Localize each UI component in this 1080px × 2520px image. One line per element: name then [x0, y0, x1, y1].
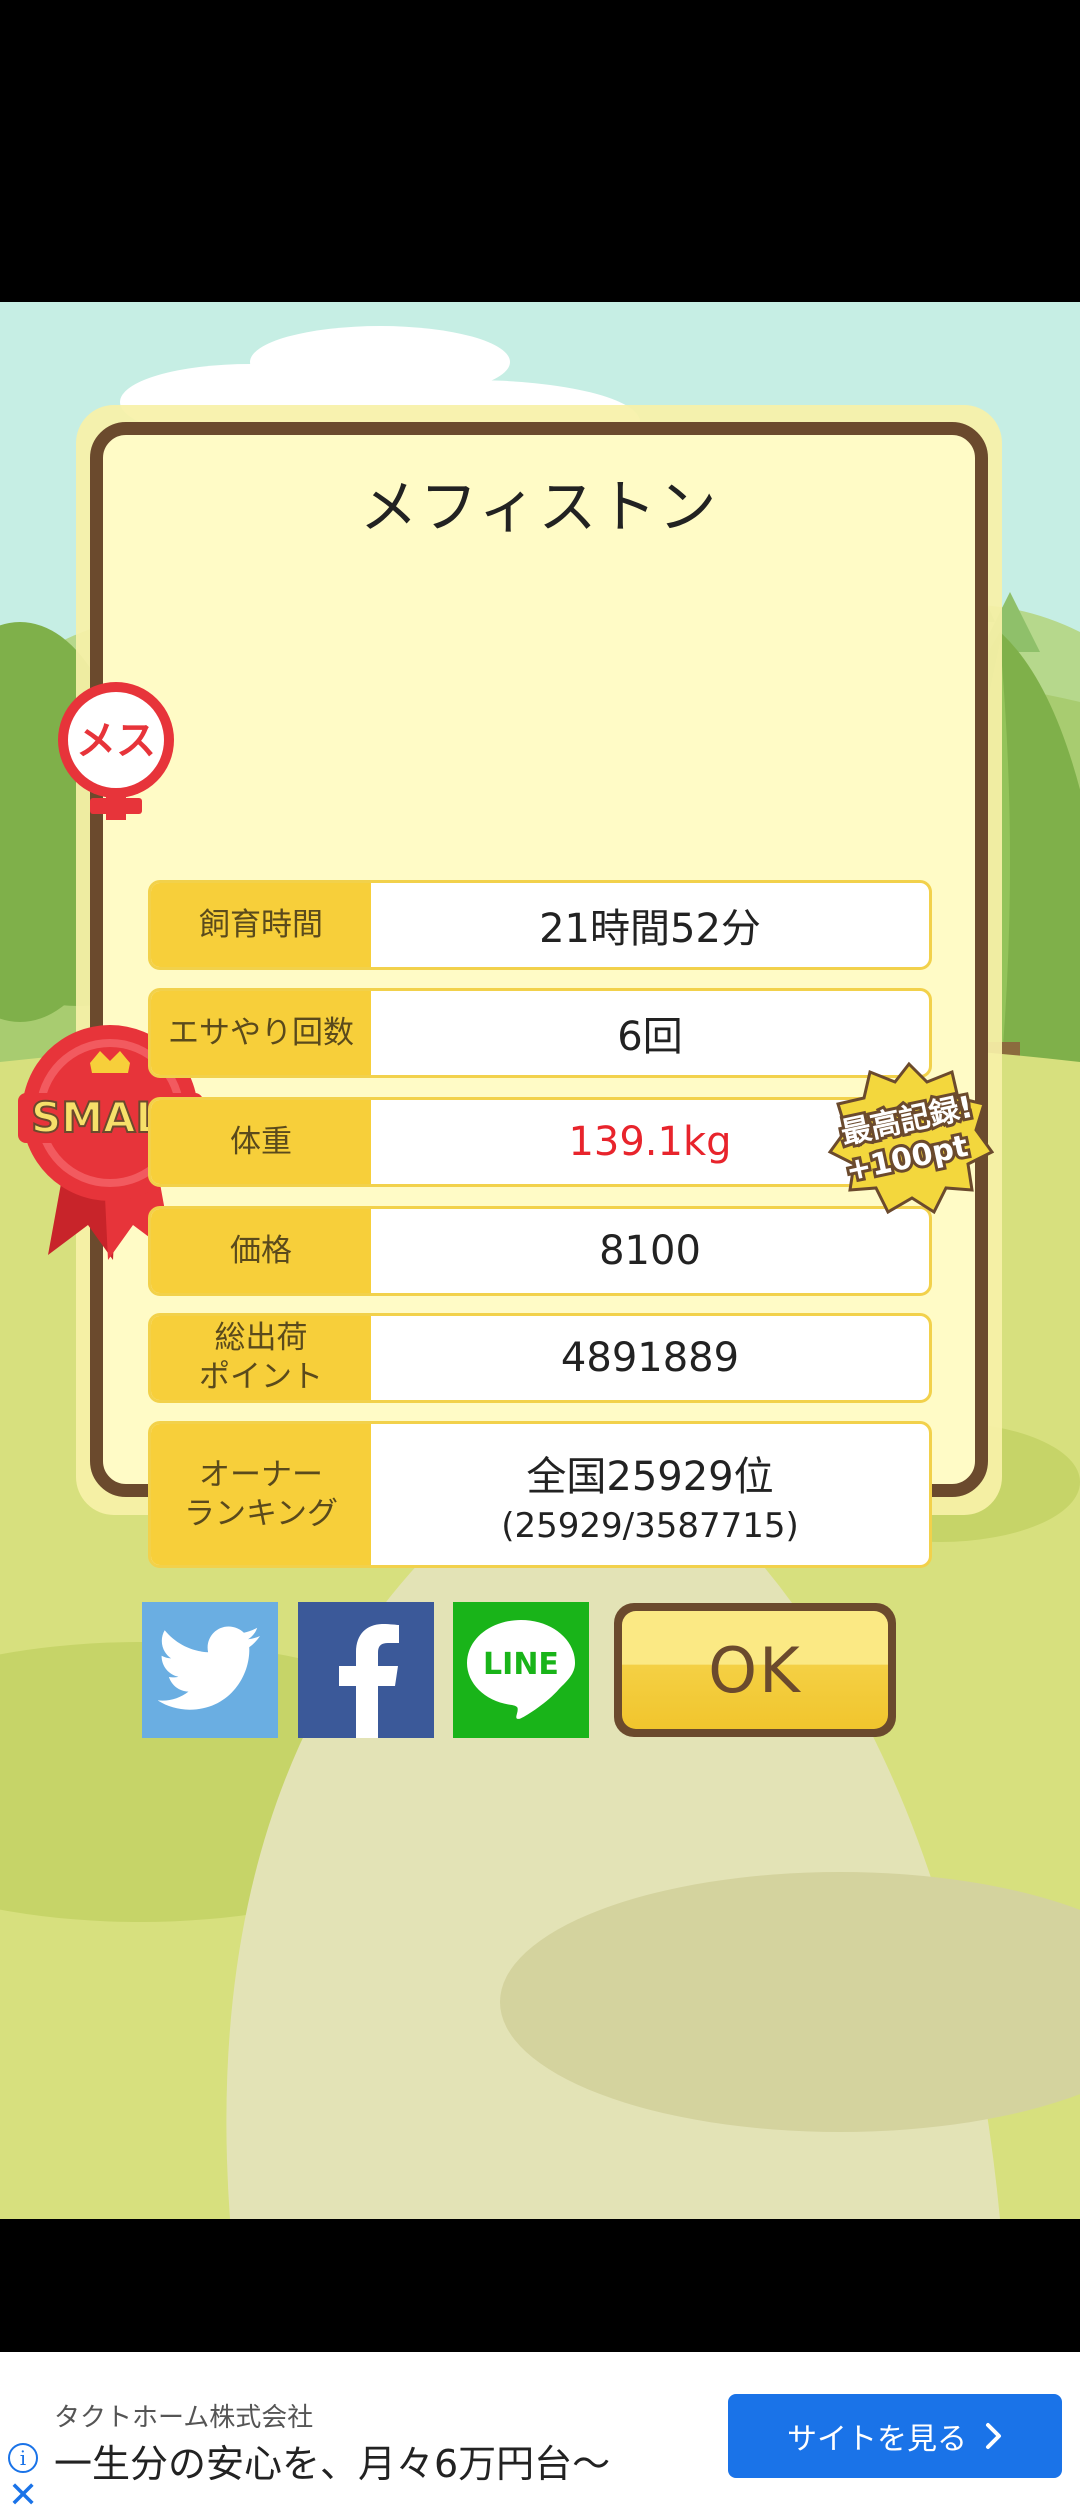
facebook-share-button[interactable] [298, 1602, 434, 1738]
twitter-share-button[interactable] [142, 1602, 278, 1738]
stat-label: 総出荷 ポイント [151, 1316, 371, 1400]
shipping-points-value: 4891889 [560, 1335, 740, 1381]
line-share-button[interactable]: LINE [453, 1602, 589, 1738]
stat-label-line1: 総出荷 [214, 1320, 308, 1357]
stat-label-line1: オーナー [198, 1456, 323, 1493]
twitter-bird-icon [158, 1626, 260, 1710]
stat-label: エサやり回数 [151, 991, 371, 1075]
line-label: LINE [483, 1647, 559, 1682]
stat-label: オーナー ランキング [151, 1424, 371, 1565]
stat-row-price: 価格 8100 [148, 1206, 932, 1296]
close-icon[interactable]: ✕ [8, 2478, 40, 2514]
stat-label: 体重 [151, 1100, 371, 1184]
stat-label: 飼育時間 [151, 883, 371, 967]
stat-row-owner-ranking: オーナー ランキング 全国25929位 (25929/3587715) [148, 1421, 932, 1568]
ranking-detail: (25929/3587715) [501, 1505, 799, 1546]
line-logo-icon: LINE [467, 1620, 575, 1719]
price-value: 8100 [599, 1228, 701, 1274]
stat-value: 8100 [371, 1209, 929, 1293]
stat-row-breeding-time: 飼育時間 21時間52分 [148, 880, 932, 970]
gender-badge-label: メス [76, 718, 156, 764]
ad-headline: 一生分の安心を、月々6万円台〜 [54, 2442, 611, 2486]
stat-row-shipping-points: 総出荷 ポイント 4891889 [148, 1313, 932, 1403]
stat-row-feeding-count: エサやり回数 6回 [148, 988, 932, 1078]
navigation-bar-area [0, 2219, 1080, 2352]
stat-label-line2: ポイント [199, 1359, 323, 1395]
chevron-right-icon [986, 2423, 1001, 2449]
stat-value: 全国25929位 (25929/3587715) [371, 1424, 929, 1565]
stat-value: 21時間52分 [371, 883, 929, 967]
stat-label: 価格 [151, 1209, 371, 1293]
feeding-count-value: 6回 [617, 1014, 683, 1060]
weight-value: 139.1kg [568, 1119, 732, 1165]
breeding-time-value: 21時間52分 [539, 906, 761, 952]
ad-advertiser: タクトホーム株式会社 [54, 2403, 314, 2433]
ok-button[interactable]: OK [614, 1603, 896, 1737]
monster-name: メフィストン [359, 473, 719, 541]
record-badge: 最高記録! +100pt [827, 1061, 994, 1215]
stat-value: 4891889 [371, 1316, 929, 1400]
stat-label-line2: ランキング [183, 1495, 339, 1532]
stat-row-weight: 体重 139.1kg [148, 1097, 932, 1187]
ad-visit-site-button[interactable]: サイトを見る [728, 2394, 1062, 2478]
status-bar-area [0, 0, 1080, 302]
ok-button-label: OK [622, 1611, 888, 1729]
facebook-f-icon [339, 1624, 399, 1738]
female-gender-badge: メス [58, 682, 174, 820]
ad-cta-label: サイトを見る [787, 2422, 967, 2457]
ranking-value: 全国25929位 [526, 1453, 774, 1500]
info-icon[interactable]: i [8, 2443, 38, 2473]
